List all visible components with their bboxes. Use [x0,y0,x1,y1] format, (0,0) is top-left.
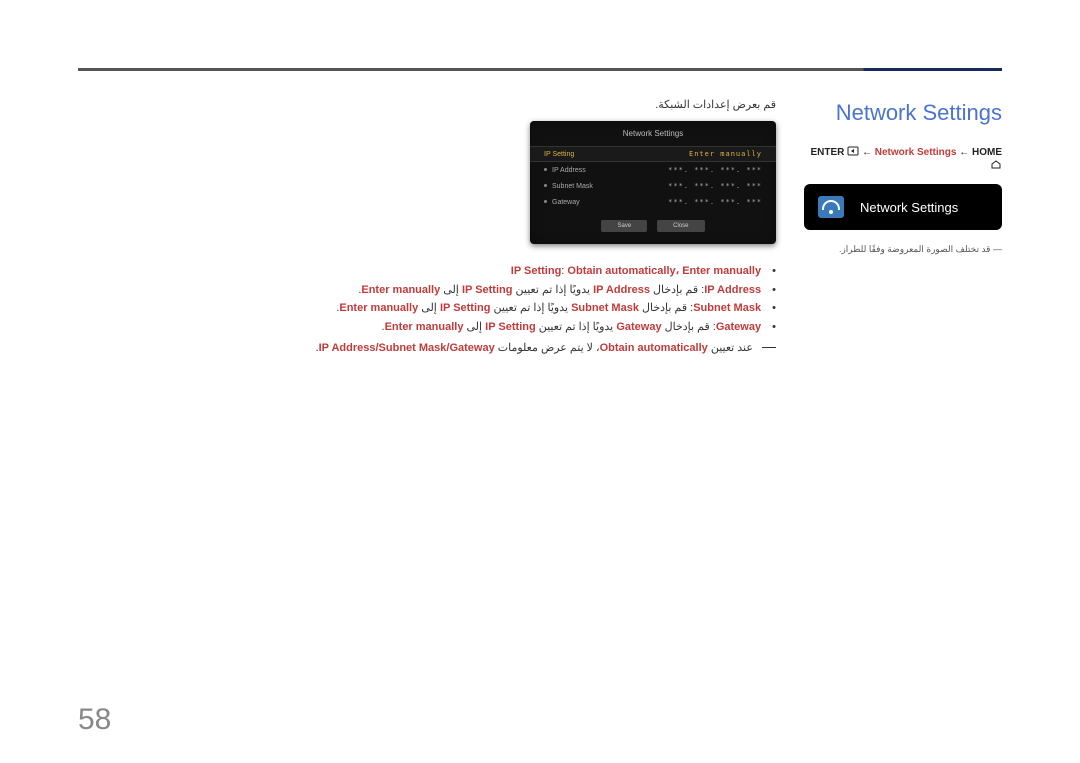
ip-setting-label: IP Setting [544,151,574,158]
bullet-subnet-mask: • Subnet Mask: قم بإدخال Subnet Mask يدو… [156,299,776,318]
subnet-value[interactable]: ***. ***. ***. *** [668,182,762,190]
network-settings-dialog: Network Settings IP Setting Enter manual… [530,121,776,244]
arrow-left-icon: ← [862,147,875,158]
dialog-header-row: IP Setting Enter manually [530,146,776,162]
wifi-icon [818,196,844,218]
left-column: قم بعرض إعدادات الشبكة. Network Settings… [156,98,776,357]
top-rule [78,68,1002,71]
dash-icon [762,347,776,348]
section-title: Network Settings [804,100,1002,126]
disclaimer: ― قد تختلف الصورة المعروضة وفقًا للطراز. [804,244,1002,255]
breadcrumb: ENTER ← Network Settings ← HOME [804,146,1002,172]
subnet-label: Subnet Mask [552,183,593,190]
gateway-value[interactable]: ***. ***. ***. *** [668,198,762,206]
breadcrumb-home: HOME [972,147,1002,158]
enter-icon [847,146,859,159]
dialog-buttons: Save Close [530,220,776,232]
breadcrumb-enter: ENTER [811,147,845,158]
dialog-row-ipaddress: IP Address ***. ***. ***. *** [530,162,776,178]
intro-text: قم بعرض إعدادات الشبكة. [156,98,776,111]
close-button[interactable]: Close [657,220,704,232]
bullet-ip-setting: • IP Setting: Obtain automatically، Ente… [156,262,776,281]
gateway-label: Gateway [552,199,580,206]
ip-setting-value[interactable]: Enter manually [689,150,762,158]
bullet-gateway: • Gateway: قم بإدخال Gateway يدويًا إذا … [156,318,776,337]
bullet-list: • IP Setting: Obtain automatically، Ente… [156,262,776,357]
dialog-row-subnet: Subnet Mask ***. ***. ***. *** [530,178,776,194]
ipaddress-value[interactable]: ***. ***. ***. *** [668,166,762,174]
right-column: Network Settings ENTER ← Network Setting… [804,100,1002,255]
dialog-title: Network Settings [530,129,776,138]
disclaimer-prefix: ― [993,244,1002,254]
note-line: عند تعيين Obtain automatically، لا يتم ع… [156,339,776,358]
home-icon [990,159,1002,172]
ipaddress-label: IP Address [552,167,586,174]
disclaimer-text: قد تختلف الصورة المعروضة وفقًا للطراز. [839,244,991,254]
save-button[interactable]: Save [601,220,647,232]
breadcrumb-network-settings: Network Settings [875,147,957,158]
card-label: Network Settings [860,200,958,215]
network-settings-card: Network Settings [804,184,1002,230]
page-number: 58 [78,703,111,737]
bullet-ip-address: • IP Address: قم بإدخال IP Address يدويً… [156,281,776,300]
arrow-left-icon: ← [959,147,972,158]
dialog-row-gateway: Gateway ***. ***. ***. *** [530,194,776,210]
